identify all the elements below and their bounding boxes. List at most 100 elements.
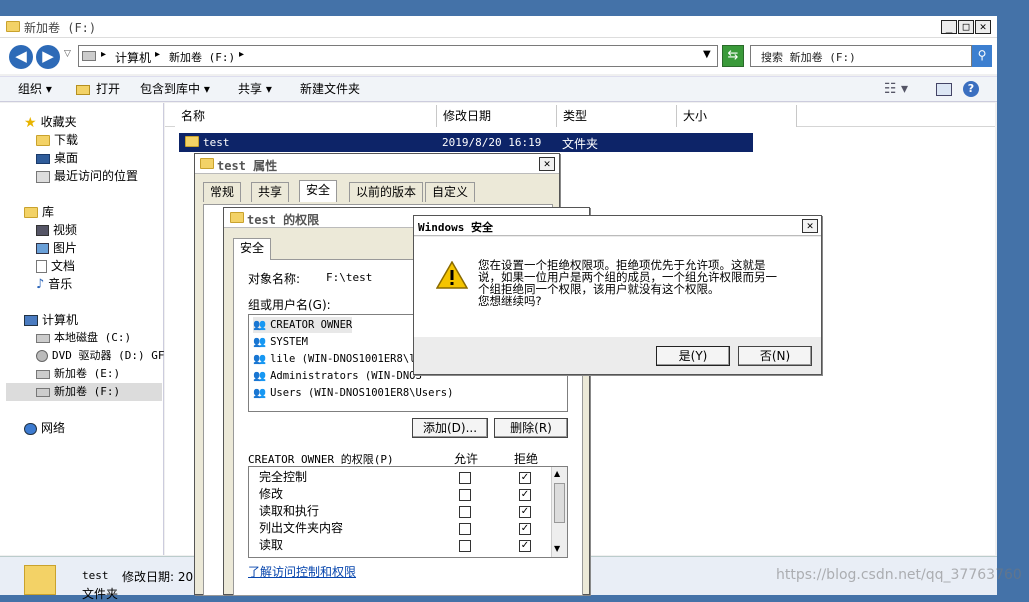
minimize-button[interactable]: _ [941,20,957,34]
nav-volume-f[interactable]: 新加卷 (F:) [6,383,162,401]
column-type[interactable]: 类型 [557,105,677,127]
learn-more-link[interactable]: 了解访问控制和权限 [248,563,356,580]
nav-label: 文档 [51,259,76,273]
column-size[interactable]: 大小 [677,105,797,127]
tab-sharing[interactable]: 共享 [251,182,290,202]
nav-network[interactable]: 网络 [24,419,65,437]
row-type: 文件夹 [562,137,599,151]
address-bar[interactable]: ▸ 计算机 ▸ 新加卷 (F:) ▸ ▼ [78,45,718,67]
list-item[interactable]: 👥 Users (WIN-DNOS1001ER8\Users) [253,385,453,401]
nav-recent[interactable]: 最近访问的位置 [36,167,138,185]
include-in-library-menu[interactable]: 包含到库中 ▾ [140,77,210,101]
nav-music[interactable]: ♪ 音乐 [36,275,72,293]
close-button[interactable]: ✕ [802,219,818,233]
nav-desktop[interactable]: 桌面 [36,149,78,167]
list-item[interactable]: 👥 Administrators (WIN-DNOS [253,368,422,384]
scrollbar[interactable]: ▲ ▼ [551,467,567,557]
deny-checkbox[interactable]: ✓ [519,472,531,484]
nav-volume-e[interactable]: 新加卷 (E:) [36,365,120,383]
warning-icon [436,261,468,289]
nav-favorites[interactable]: ★ 收藏夹 [24,113,77,131]
allow-checkbox[interactable] [459,489,471,501]
deny-checkbox[interactable]: ✓ [519,523,531,535]
list-item[interactable]: 👥 lile (WIN-DNOS1001ER8\li [253,351,422,367]
allow-checkbox[interactable] [459,523,471,535]
open-icon [76,85,90,95]
details-name: test [82,569,109,582]
permission-row: 读取 [259,537,283,554]
column-date[interactable]: 修改日期 [437,105,557,127]
history-dropdown-icon[interactable]: ▽ [64,49,71,59]
nav-videos[interactable]: 视频 [36,221,77,239]
allow-checkbox[interactable] [459,540,471,552]
remove-button[interactable]: 删除(R) [494,418,568,438]
table-row[interactable]: test 2019/8/20 16:19 文件夹 [179,133,753,152]
nav-computer[interactable]: 计算机 [24,311,78,329]
preview-pane-icon[interactable] [936,83,952,96]
permission-row: 列出文件夹内容 [259,520,343,537]
deny-checkbox[interactable]: ✓ [519,540,531,552]
scroll-thumb[interactable] [554,483,565,523]
download-folder-icon [36,135,50,146]
permission-name: 完全控制 [259,470,308,484]
organize-menu[interactable]: 组织 ▾ [18,77,52,101]
nav-local-disk[interactable]: 本地磁盘 (C:) [36,329,131,347]
nav-label: 库 [42,205,55,219]
tab-general[interactable]: 常规 [203,182,242,202]
add-button[interactable]: 添加(D)... [412,418,488,438]
user-label: Administrators (WIN-DNOS [270,370,422,382]
maximize-button[interactable]: □ [958,20,974,34]
forward-button[interactable]: ▶ [36,45,60,69]
help-icon[interactable]: ? [963,81,979,97]
object-name-label: 对象名称: [248,272,301,286]
address-dropdown-icon[interactable]: ▼ [703,49,711,60]
share-menu[interactable]: 共享 ▾ [238,77,272,101]
deny-checkbox[interactable]: ✓ [519,489,531,501]
breadcrumb-computer[interactable]: 计算机 [115,49,151,66]
chevron-right-icon[interactable]: ▸ [239,49,244,60]
nav-label: 本地磁盘 (C:) [54,331,132,344]
tab-customize[interactable]: 自定义 [425,182,476,202]
nav-pictures[interactable]: 图片 [36,239,77,257]
nav-label: 新加卷 (F:) [54,385,121,398]
object-name-value: F:\test [326,271,373,284]
column-name[interactable]: 名称 [175,105,437,127]
permission-row: 读取和执行 [259,503,319,520]
nav-libraries[interactable]: 库 [24,203,54,221]
close-button[interactable]: ✕ [975,20,991,34]
deny-header: 拒绝 [514,452,539,466]
view-options-icon[interactable]: ☷ ▾ [884,81,908,97]
tab-security[interactable]: 安全 [299,180,338,202]
nav-downloads[interactable]: 下载 [36,131,78,149]
drive-icon [36,387,50,397]
properties-titlebar: test 属性 ✕ [195,154,559,174]
list-item[interactable]: 👥 CREATOR OWNER [253,317,353,333]
new-folder-button[interactable]: 新建文件夹 [300,77,360,101]
no-button[interactable]: 否(N) [738,346,812,366]
scroll-up-icon[interactable]: ▲ [554,469,560,478]
nav-dvd[interactable]: DVD 驱动器 (D:) GF [36,347,164,365]
permission-name: 列出文件夹内容 [259,521,344,535]
allow-checkbox[interactable] [459,506,471,518]
chevron-right-icon[interactable]: ▸ [155,49,160,60]
breadcrumb-volume[interactable]: 新加卷 (F:) [169,49,235,65]
scroll-down-icon[interactable]: ▼ [554,544,560,553]
folder-icon [185,136,199,147]
tab-security[interactable]: 安全 [233,238,272,260]
refresh-button[interactable]: ⇆ [722,45,744,67]
allow-checkbox[interactable] [459,472,471,484]
open-button[interactable]: 打开 [96,77,120,101]
yes-button[interactable]: 是(Y) [656,346,730,366]
nav-label: DVD 驱动器 (D:) GF [52,349,165,362]
permissions-title: test 的权限 [247,213,320,227]
document-icon [36,260,47,273]
search-input[interactable]: 搜索 新加卷 (F:) [750,45,972,67]
nav-documents[interactable]: 文档 [36,257,75,275]
tab-previous-versions[interactable]: 以前的版本 [349,182,424,202]
deny-checkbox[interactable]: ✓ [519,506,531,518]
search-button[interactable]: ⚲ [972,45,992,67]
back-button[interactable]: ◀ [9,45,33,69]
warning-title: Windows 安全 [418,221,493,234]
close-button[interactable]: ✕ [539,157,555,171]
list-item[interactable]: 👥 SYSTEM [253,334,308,350]
